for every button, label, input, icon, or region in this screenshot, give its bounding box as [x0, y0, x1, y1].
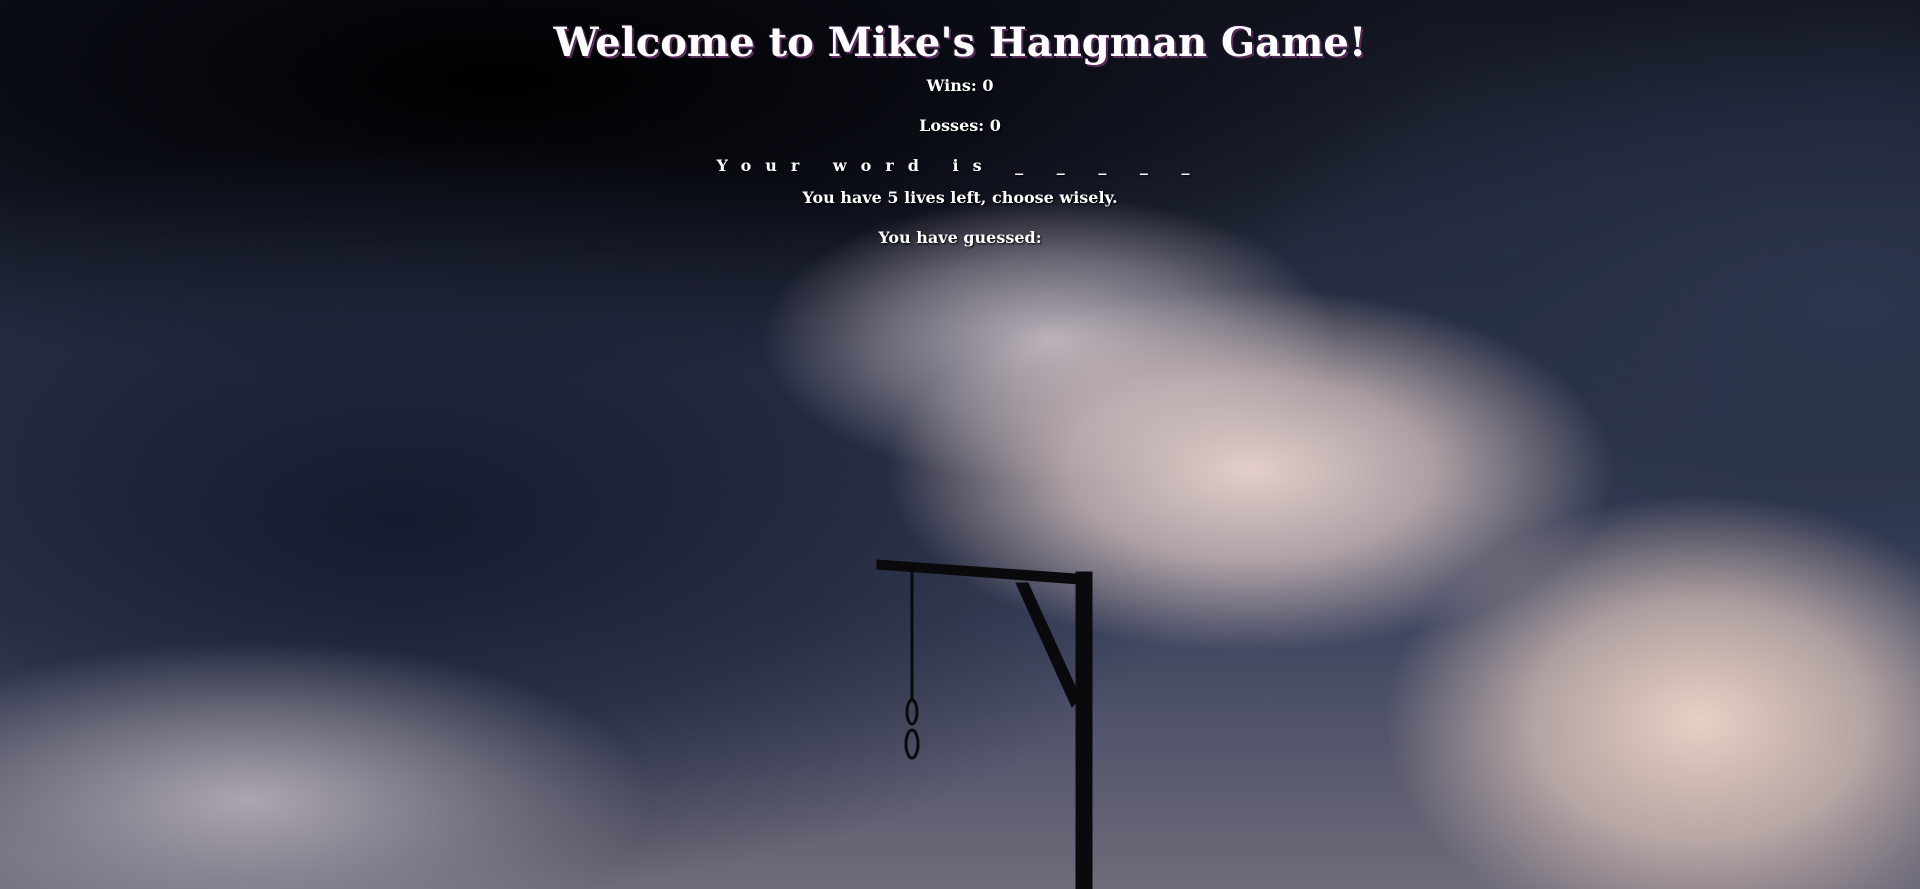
lives-remaining: You have 5 lives left, choose wisely. [802, 188, 1118, 207]
losses-counter: Losses: 0 [919, 116, 1001, 135]
gallows-post [1075, 571, 1093, 889]
game-panel: Welcome to Mike's Hangman Game! Wins: 0 … [0, 0, 1920, 248]
current-word-line: Your word is _ _ _ _ _ [0, 156, 1920, 176]
wins-counter: Wins: 0 [926, 76, 994, 95]
gallows-brace [1015, 582, 1081, 708]
noose-knot [905, 698, 919, 726]
noose-loop [904, 728, 920, 760]
word-blanks: _ _ _ _ _ [1015, 156, 1204, 175]
guessed-letters: You have guessed: [878, 228, 1042, 247]
word-prefix: Your word is [716, 156, 996, 175]
gallows-beam [876, 559, 1093, 586]
page-title: Welcome to Mike's Hangman Game! [553, 19, 1367, 66]
